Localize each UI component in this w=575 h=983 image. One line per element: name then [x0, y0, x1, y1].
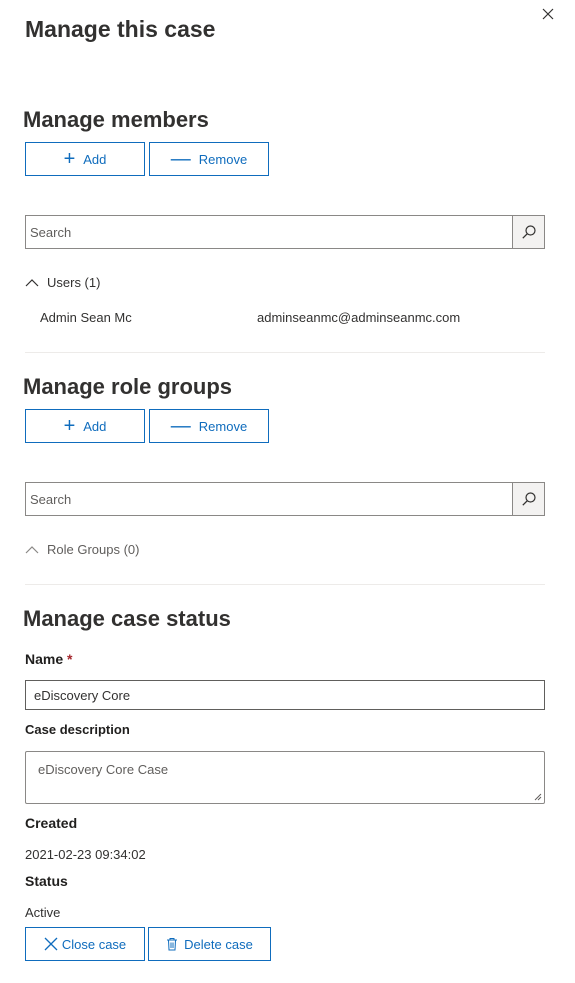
trash-icon: [167, 938, 178, 951]
delete-case-label: Delete case: [184, 936, 253, 952]
close-case-button[interactable]: Close case: [25, 927, 145, 961]
case-name-input[interactable]: eDiscovery Core: [25, 680, 545, 710]
section-divider: [25, 352, 545, 353]
section-divider: [25, 584, 545, 585]
members-search-button[interactable]: [512, 215, 545, 249]
remove-member-label: Remove: [198, 151, 248, 167]
add-role-group-label: Add: [83, 418, 107, 434]
members-search-input[interactable]: Search: [25, 215, 513, 249]
close-case-label: Close case: [61, 936, 127, 952]
case-description-label: Case description: [25, 722, 130, 737]
members-search-placeholder: Search: [30, 224, 72, 240]
role-groups-search-button[interactable]: [512, 482, 545, 516]
minus-icon: —: [170, 148, 191, 170]
add-role-group-button[interactable]: + Add: [25, 409, 145, 443]
case-description-value: eDiscovery Core Case: [38, 762, 169, 777]
case-name-value: eDiscovery Core: [34, 687, 131, 703]
role-groups-toggle[interactable]: Role Groups (0): [25, 542, 139, 557]
status-value: Active: [25, 905, 61, 920]
manage-role-groups-heading: Manage role groups: [23, 374, 233, 399]
remove-member-button[interactable]: — Remove: [149, 142, 269, 176]
plus-icon: +: [63, 148, 76, 170]
search-icon: [521, 225, 536, 239]
manage-members-heading: Manage members: [23, 107, 209, 132]
member-name: Admin Sean Mc: [40, 310, 132, 325]
resize-handle-icon[interactable]: [534, 793, 542, 801]
panel-title: Manage this case: [25, 16, 216, 42]
delete-case-button[interactable]: Delete case: [148, 927, 271, 961]
required-mark: *: [67, 651, 73, 667]
add-member-button[interactable]: + Add: [25, 142, 145, 176]
plus-icon: +: [63, 415, 76, 437]
member-email: adminseanmc@adminseanmc.com: [257, 310, 461, 325]
created-label: Created: [25, 815, 78, 831]
role-groups-label: Role Groups (0): [47, 542, 140, 557]
chevron-up-icon: [25, 278, 39, 286]
name-label: Name *: [25, 651, 72, 667]
minus-icon: —: [170, 415, 191, 437]
remove-role-group-button[interactable]: — Remove: [149, 409, 269, 443]
chevron-up-icon: [25, 545, 39, 553]
add-member-label: Add: [83, 151, 107, 167]
role-groups-search-input[interactable]: Search: [25, 482, 513, 516]
created-value: 2021-02-23 09:34:02: [25, 847, 146, 862]
users-group-label: Users (1): [47, 275, 101, 290]
remove-role-group-label: Remove: [198, 418, 248, 434]
close-icon: [44, 937, 58, 951]
role-groups-search-placeholder: Search: [30, 491, 72, 507]
users-group-toggle[interactable]: Users (1): [25, 275, 100, 290]
search-icon: [521, 492, 536, 506]
close-icon[interactable]: [539, 5, 557, 23]
name-label-text: Name: [25, 651, 64, 667]
case-description-textarea[interactable]: eDiscovery Core Case: [25, 751, 545, 804]
status-label: Status: [25, 873, 68, 889]
manage-case-status-heading: Manage case status: [23, 606, 231, 631]
